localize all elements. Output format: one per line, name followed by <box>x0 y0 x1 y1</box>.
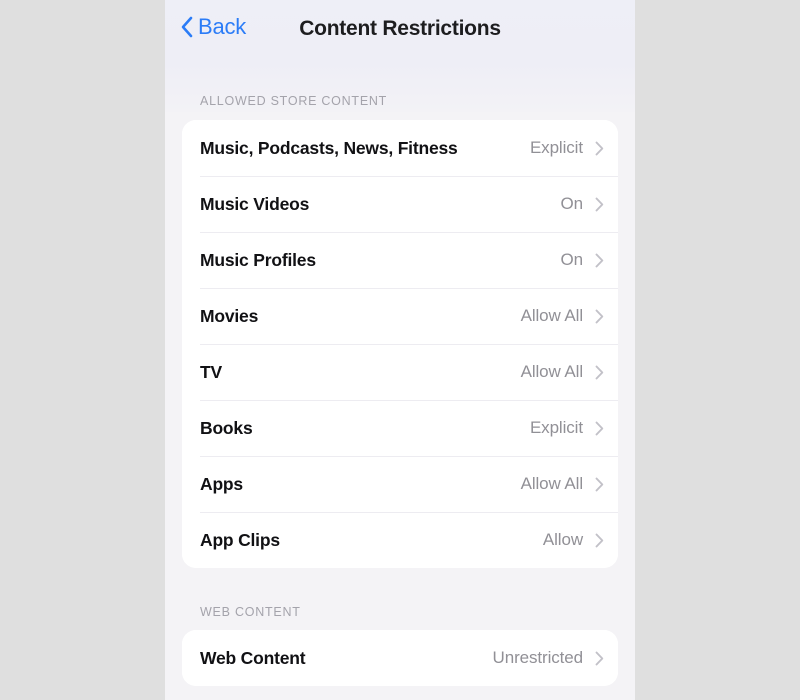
row-music-profiles[interactable]: Music Profiles On <box>182 232 618 288</box>
chevron-right-icon <box>595 253 604 267</box>
row-web-content[interactable]: Web Content Unrestricted <box>182 630 618 686</box>
web-content-card: Web Content Unrestricted <box>182 630 618 686</box>
row-value: On <box>560 194 584 213</box>
chevron-right-icon <box>595 141 604 155</box>
section-header-allowed-store-content: ALLOWED STORE CONTENT <box>200 94 388 108</box>
screenshot-stage: Back Content Restrictions ALLOWED STORE … <box>0 0 800 700</box>
row-music-videos[interactable]: Music Videos On <box>182 176 618 232</box>
row-tv[interactable]: TV Allow All <box>182 344 618 400</box>
row-apps[interactable]: Apps Allow All <box>182 456 618 512</box>
row-label: Apps <box>200 473 243 494</box>
row-label: TV <box>200 361 222 382</box>
row-label: Music, Podcasts, News, Fitness <box>200 137 458 158</box>
row-label: Books <box>200 417 253 438</box>
row-movies[interactable]: Movies Allow All <box>182 288 618 344</box>
row-value: Explicit <box>529 418 583 437</box>
row-label: Music Profiles <box>200 249 316 270</box>
row-value: Unrestricted <box>492 648 584 667</box>
row-app-clips[interactable]: App Clips Allow <box>182 512 618 568</box>
phone-screen: Back Content Restrictions ALLOWED STORE … <box>165 0 635 700</box>
row-label: Web Content <box>200 647 306 668</box>
chevron-right-icon <box>595 421 604 435</box>
row-value: On <box>560 250 584 269</box>
chevron-right-icon <box>595 309 604 323</box>
row-value: Allow All <box>520 362 584 381</box>
chevron-right-icon <box>595 477 604 491</box>
chevron-right-icon <box>595 197 604 211</box>
row-label: Music Videos <box>200 193 310 214</box>
row-label: App Clips <box>200 529 280 550</box>
chevron-right-icon <box>595 651 604 665</box>
row-books[interactable]: Books Explicit <box>182 400 618 456</box>
row-value: Allow All <box>520 474 584 493</box>
row-value: Allow <box>542 530 583 549</box>
navigation-bar: Back Content Restrictions <box>165 0 635 66</box>
row-music-podcasts-news-fitness[interactable]: Music, Podcasts, News, Fitness Explicit <box>182 120 618 176</box>
section-header-web-content: WEB CONTENT <box>200 605 301 619</box>
page-title: Content Restrictions <box>299 17 501 40</box>
row-label: Movies <box>200 305 259 326</box>
row-value: Explicit <box>529 138 583 157</box>
chevron-right-icon <box>595 365 604 379</box>
allowed-store-content-card: Music, Podcasts, News, Fitness Explicit … <box>182 120 618 568</box>
row-value: Allow All <box>520 306 584 325</box>
chevron-right-icon <box>595 533 604 547</box>
